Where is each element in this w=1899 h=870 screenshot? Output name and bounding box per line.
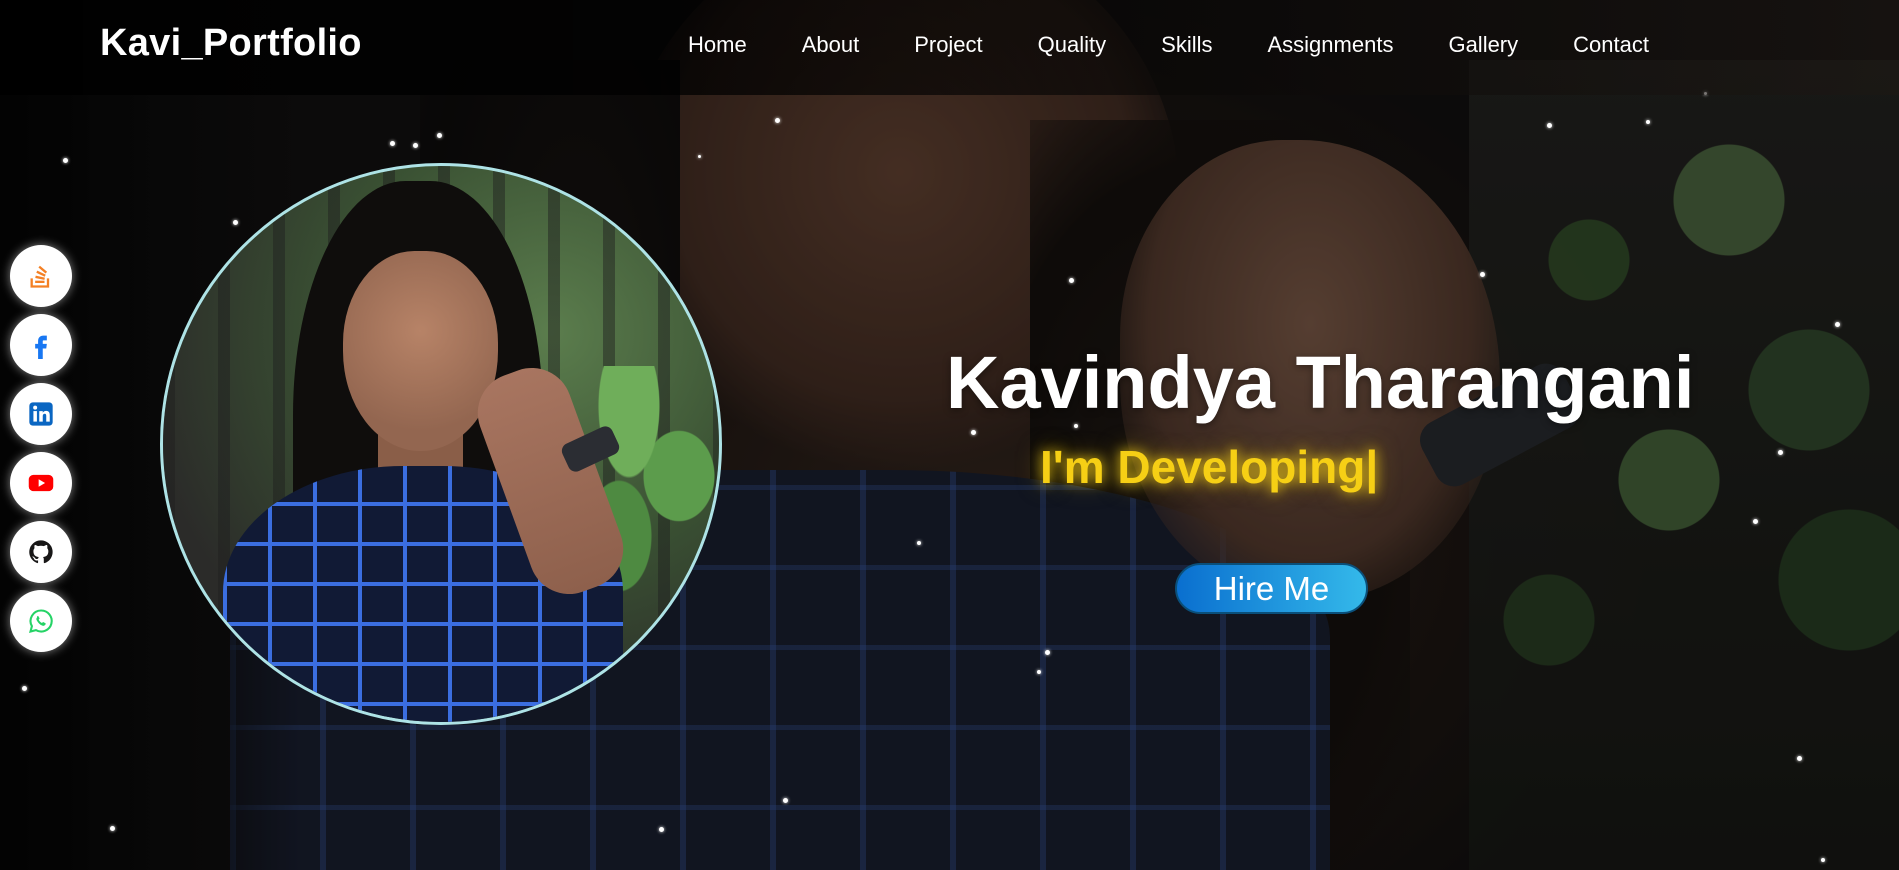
hire-me-button[interactable]: Hire Me [1175, 563, 1368, 614]
nav-skills[interactable]: Skills [1161, 32, 1212, 58]
linkedin-icon [29, 402, 53, 426]
nav-gallery[interactable]: Gallery [1448, 32, 1518, 58]
social-sidebar [10, 245, 72, 652]
typing-text: I'm Developing| [1040, 441, 1379, 493]
github-link[interactable] [10, 521, 72, 583]
facebook-icon [35, 335, 47, 359]
nav-about[interactable]: About [802, 32, 860, 58]
nav-contact[interactable]: Contact [1573, 32, 1649, 58]
nav-home[interactable]: Home [688, 32, 747, 58]
navbar: Kavi_Portfolio Home About Project Qualit… [0, 0, 1899, 95]
youtube-icon [28, 474, 54, 492]
whatsapp-link[interactable] [10, 590, 72, 652]
linkedin-link[interactable] [10, 383, 72, 445]
main-nav: Home About Project Quality Skills Assign… [688, 32, 1649, 58]
nav-project[interactable]: Project [914, 32, 982, 58]
whatsapp-icon [29, 609, 53, 633]
hero-name: Kavindya Tharangani [946, 341, 1695, 424]
stackoverflow-icon [30, 265, 50, 288]
nav-quality[interactable]: Quality [1038, 32, 1106, 58]
site-logo[interactable]: Kavi_Portfolio [100, 22, 362, 65]
facebook-link[interactable] [10, 314, 72, 376]
profile-photo [160, 163, 722, 725]
nav-assignments[interactable]: Assignments [1268, 32, 1394, 58]
youtube-link[interactable] [10, 452, 72, 514]
github-icon [29, 540, 53, 564]
stackoverflow-link[interactable] [10, 245, 72, 307]
